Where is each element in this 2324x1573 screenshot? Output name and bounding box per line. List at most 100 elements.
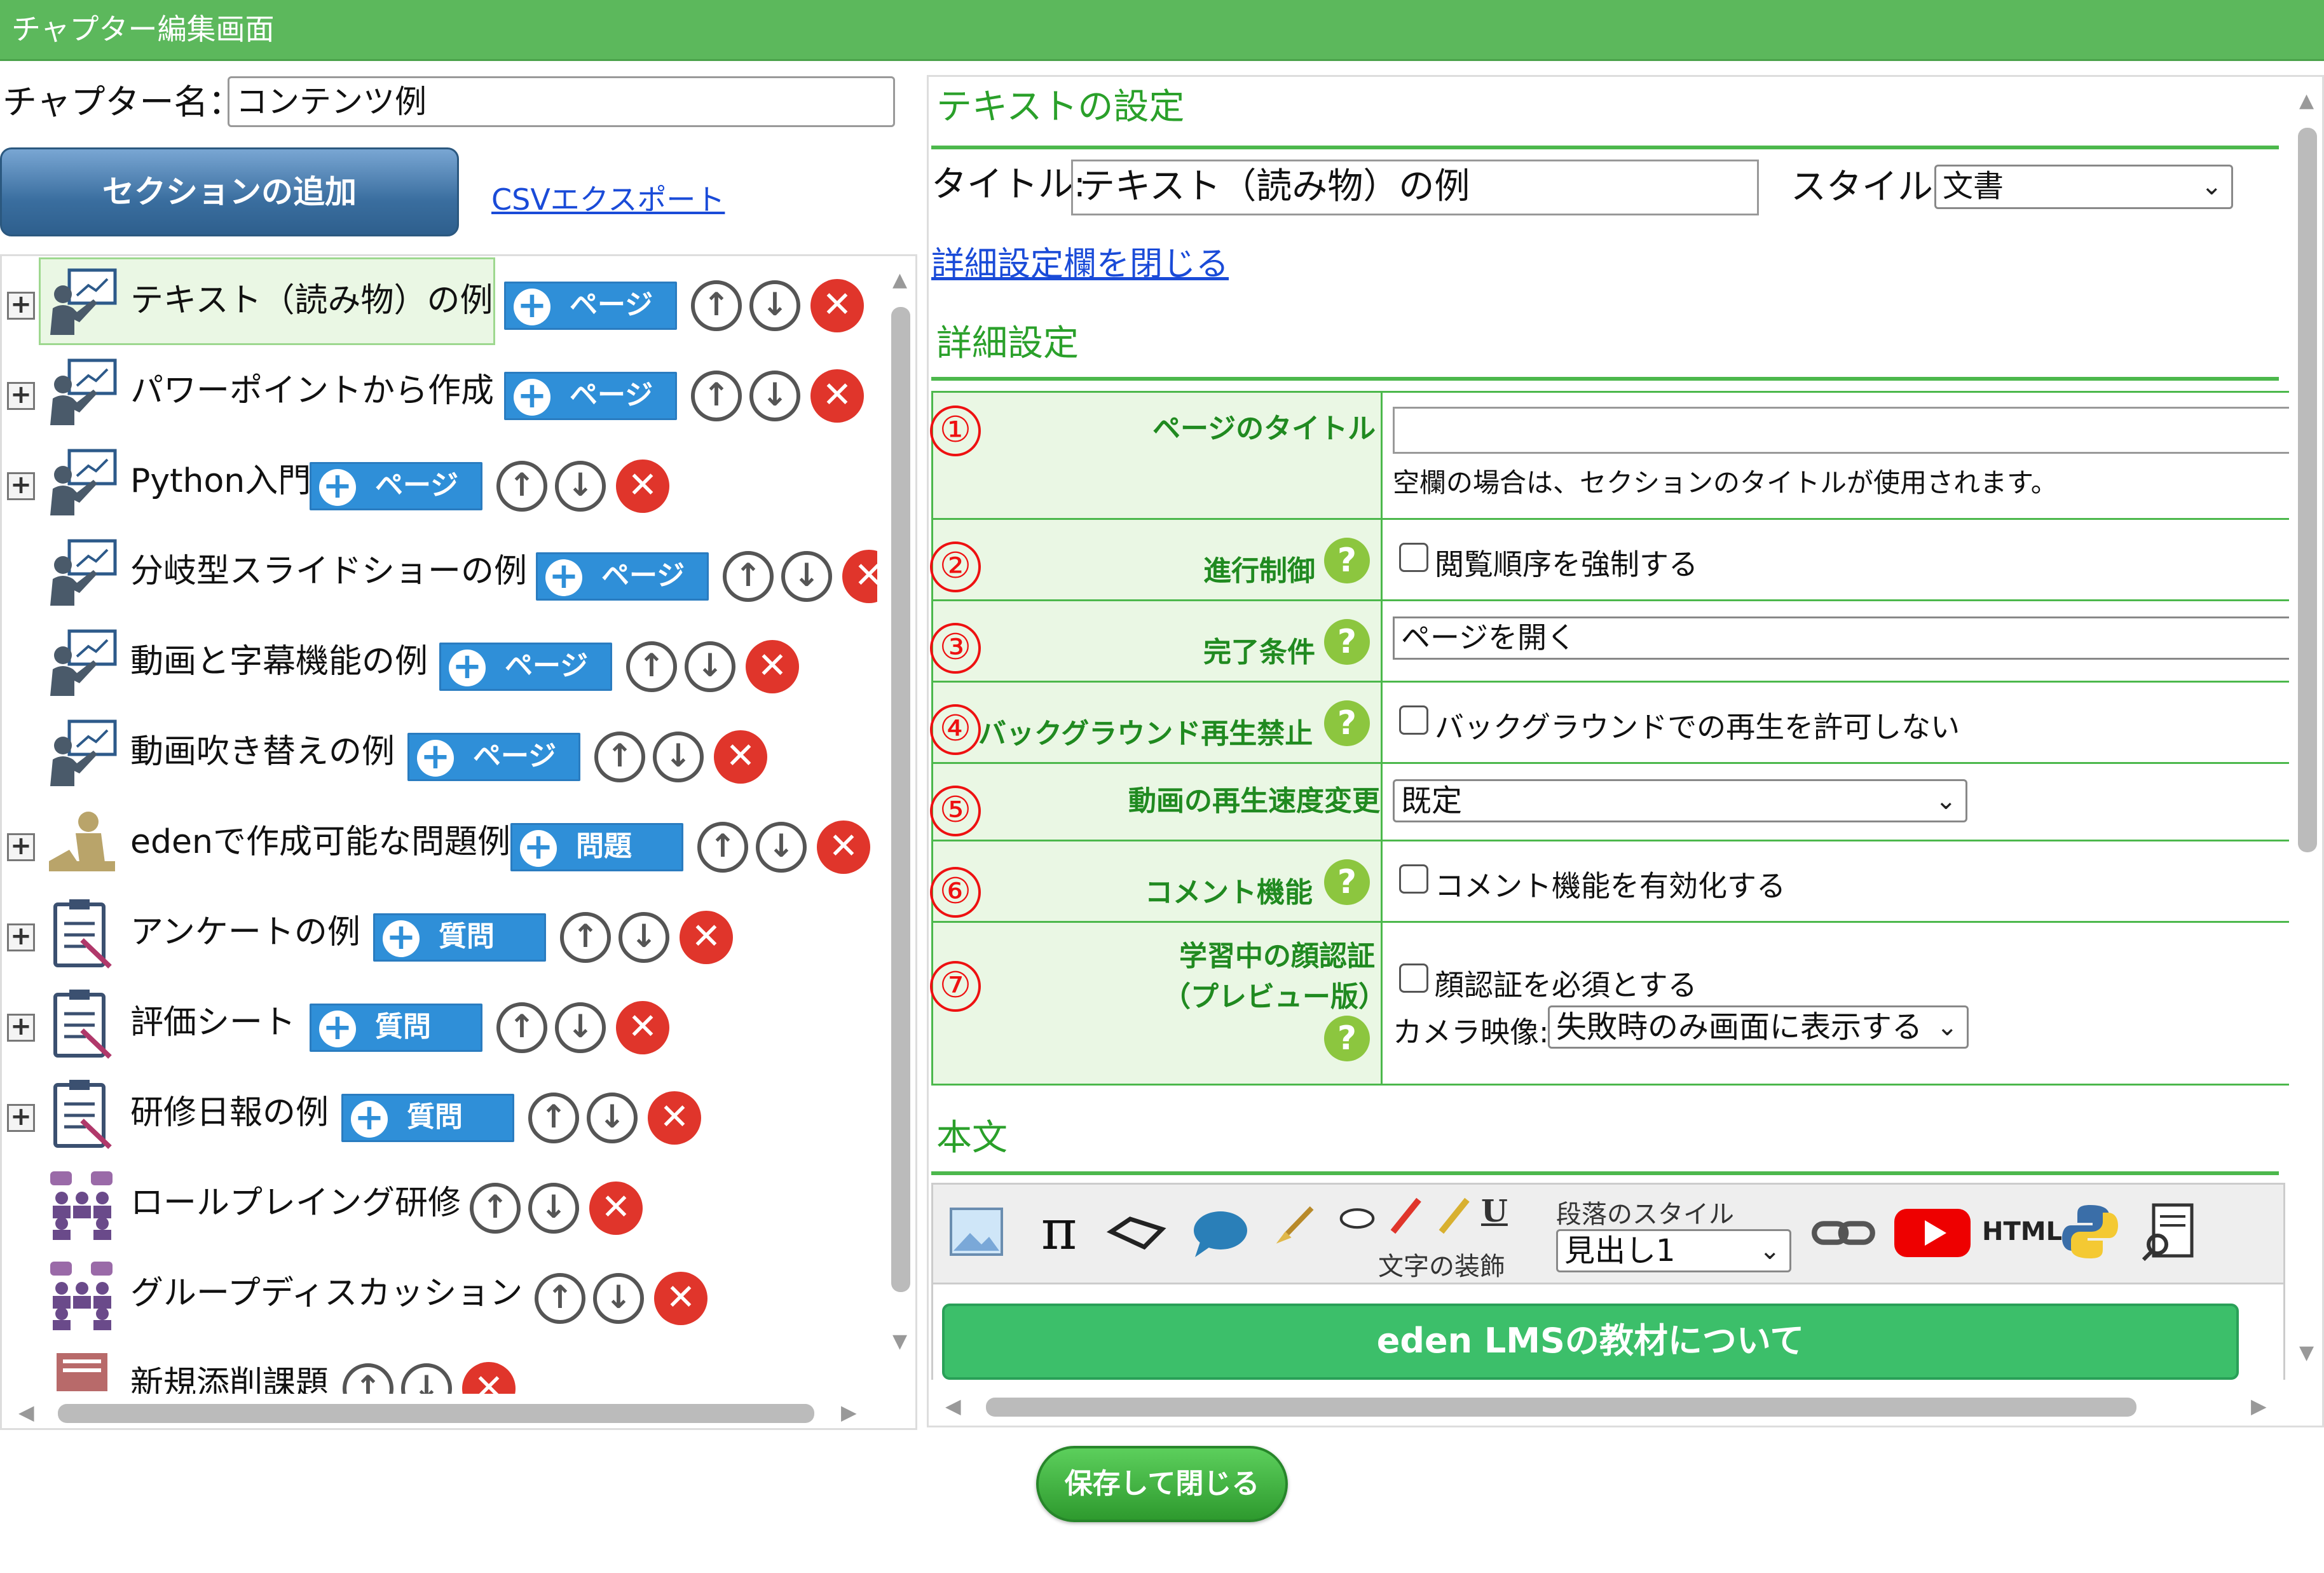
add-page-button[interactable]: + ページ <box>407 733 580 781</box>
section-row[interactable]: + パワーポイントから作成 + ページ ↑ ↓ ✕ <box>2 348 879 438</box>
editor-body[interactable]: eden LMSの教材について <box>931 1284 2285 1380</box>
section-row[interactable]: 動画と字幕機能の例 + ページ ↑ ↓ ✕ <box>2 618 879 709</box>
scroll-right-icon[interactable]: ▶ <box>2251 1394 2267 1418</box>
delete-button[interactable]: ✕ <box>714 730 767 784</box>
add-page-button[interactable]: + ページ <box>504 282 677 330</box>
move-down-button[interactable]: ↓ <box>653 732 704 782</box>
move-down-button[interactable]: ↓ <box>587 1093 638 1143</box>
add-question-button[interactable]: + 質問 <box>373 913 546 962</box>
expand-icon[interactable]: + <box>7 1014 35 1042</box>
expand-icon[interactable]: + <box>7 472 35 500</box>
settings-horizontal-scrollbar[interactable]: ◀ ▶ <box>929 1387 2289 1426</box>
section-row[interactable]: ロールプレイング研修 ↑ ↓ ✕ <box>2 1160 879 1250</box>
speech-bubble-icon[interactable] <box>1187 1200 1251 1263</box>
move-up-button[interactable]: ↑ <box>496 1002 547 1053</box>
face-auth-checkbox[interactable] <box>1399 964 1428 993</box>
move-down-button[interactable]: ↓ <box>781 551 832 602</box>
help-icon[interactable]: ? <box>1324 700 1370 746</box>
move-down-button[interactable]: ↓ <box>619 912 669 963</box>
shape-icon[interactable] <box>1105 1200 1168 1263</box>
delete-button[interactable]: ✕ <box>680 911 733 964</box>
delete-button[interactable]: ✕ <box>589 1181 643 1235</box>
section-label[interactable]: 動画と字幕機能の例 <box>130 641 428 682</box>
delete-button[interactable]: ✕ <box>616 1001 669 1054</box>
help-icon[interactable]: ? <box>1324 619 1370 665</box>
move-down-button[interactable]: ↓ <box>528 1183 579 1234</box>
close-detail-link[interactable]: 詳細設定欄を閉じる <box>931 237 1229 285</box>
section-label[interactable]: テキスト（読み物）の例 <box>130 280 493 321</box>
eraser-icon[interactable] <box>1335 1194 1379 1238</box>
move-up-button[interactable]: ↑ <box>470 1183 521 1234</box>
delete-button[interactable]: ✕ <box>810 369 864 423</box>
delete-button[interactable]: ✕ <box>462 1362 516 1394</box>
chapter-name-input[interactable]: コンテンツ例 <box>228 76 895 127</box>
move-down-button[interactable]: ↓ <box>749 371 800 421</box>
paragraph-style-select[interactable]: 見出し1 ⌄ <box>1556 1229 1791 1272</box>
section-label[interactable]: 研修日報の例 <box>130 1093 329 1133</box>
delete-button[interactable]: ✕ <box>746 640 799 693</box>
scroll-left-icon[interactable]: ◀ <box>945 1394 961 1418</box>
add-question-button[interactable]: + 質問 <box>341 1094 514 1142</box>
section-label[interactable]: 分岐型スライドショーの例 <box>130 551 527 592</box>
playback-speed-select[interactable]: 既定 ⌄ <box>1393 779 1967 822</box>
add-page-button[interactable]: + ページ <box>536 552 709 601</box>
scroll-up-icon[interactable]: ▲ <box>2299 90 2314 112</box>
math-pi-icon[interactable]: π <box>1027 1200 1091 1263</box>
link-icon[interactable] <box>1810 1200 1876 1263</box>
section-label[interactable]: グループディスカッション <box>130 1273 523 1314</box>
python-icon[interactable] <box>2058 1200 2122 1263</box>
scrollbar-thumb[interactable] <box>58 1404 814 1423</box>
enforce-order-checkbox[interactable] <box>1399 543 1428 572</box>
scrollbar-thumb[interactable] <box>986 1398 2136 1417</box>
scroll-right-icon[interactable]: ▶ <box>841 1400 857 1424</box>
scroll-left-icon[interactable]: ◀ <box>18 1400 34 1424</box>
move-up-button[interactable]: ↑ <box>560 912 611 963</box>
help-icon[interactable]: ? <box>1324 538 1370 583</box>
expand-icon[interactable]: + <box>7 833 35 861</box>
red-pen-icon[interactable] <box>1383 1194 1428 1238</box>
section-label[interactable]: Python入門 <box>130 461 311 501</box>
page-title-input[interactable] <box>1393 407 2289 454</box>
move-up-button[interactable]: ↑ <box>723 551 774 602</box>
delete-button[interactable]: ✕ <box>817 821 870 874</box>
scroll-up-icon[interactable]: ▲ <box>892 269 907 291</box>
move-up-button[interactable]: ↑ <box>535 1273 585 1324</box>
completion-condition-field[interactable]: ページを開く <box>1393 616 2289 660</box>
move-up-button[interactable]: ↑ <box>496 461 547 512</box>
highlighter-icon[interactable] <box>1432 1194 1476 1238</box>
image-icon[interactable] <box>945 1200 1008 1263</box>
section-row[interactable]: 分岐型スライドショーの例 +ページ ↑ ↓ ✕ <box>2 528 879 618</box>
section-label[interactable]: ロールプレイング研修 <box>130 1183 461 1223</box>
brush-icon[interactable] <box>1270 1200 1321 1263</box>
move-up-button[interactable]: ↑ <box>691 280 742 331</box>
section-row[interactable]: + 評価シート + 質問 ↑ ↓ ✕ <box>2 979 879 1070</box>
section-row[interactable]: + edenで作成可能な問題例 + 問題 ↑ ↓ ✕ <box>2 799 879 889</box>
section-row[interactable]: 新規添削課題 ↑ ↓ ✕ <box>2 1340 879 1394</box>
preview-document-icon[interactable] <box>2138 1200 2202 1263</box>
section-tree-vertical-scrollbar[interactable]: ▲ ▼ <box>877 256 915 1400</box>
background-play-checkbox[interactable] <box>1399 705 1428 735</box>
section-row[interactable]: + 研修日報の例 + 質問 ↑ ↓ ✕ <box>2 1070 879 1160</box>
settings-vertical-scrollbar[interactable]: ▲ ▼ <box>2288 77 2322 1386</box>
expand-icon[interactable]: + <box>7 923 35 951</box>
scrollbar-thumb[interactable] <box>2298 128 2317 852</box>
move-down-button[interactable]: ↓ <box>401 1363 452 1394</box>
move-up-button[interactable]: ↑ <box>697 822 748 873</box>
section-row[interactable]: + Python入門 + ページ ↑ ↓ ✕ <box>2 438 879 528</box>
move-down-button[interactable]: ↓ <box>593 1273 644 1324</box>
add-page-button[interactable]: + ページ <box>310 462 482 510</box>
underline-icon[interactable]: U <box>1481 1194 1513 1238</box>
move-down-button[interactable]: ↓ <box>685 641 735 692</box>
move-up-button[interactable]: ↑ <box>626 641 677 692</box>
add-section-button[interactable]: セクションの追加 <box>0 147 459 236</box>
section-label[interactable]: 評価シート <box>130 1002 296 1043</box>
youtube-icon[interactable] <box>1892 1200 1973 1263</box>
scroll-down-icon[interactable]: ▼ <box>2299 1342 2314 1364</box>
move-up-button[interactable]: ↑ <box>594 732 645 782</box>
title-input[interactable]: テキスト（読み物）の例 <box>1071 160 1759 215</box>
add-page-button[interactable]: + ページ <box>439 643 612 691</box>
scroll-down-icon[interactable]: ▼ <box>892 1330 907 1352</box>
move-down-button[interactable]: ↓ <box>756 822 807 873</box>
editor-heading[interactable]: eden LMSの教材について <box>942 1304 2239 1380</box>
scrollbar-thumb[interactable] <box>891 307 910 1292</box>
